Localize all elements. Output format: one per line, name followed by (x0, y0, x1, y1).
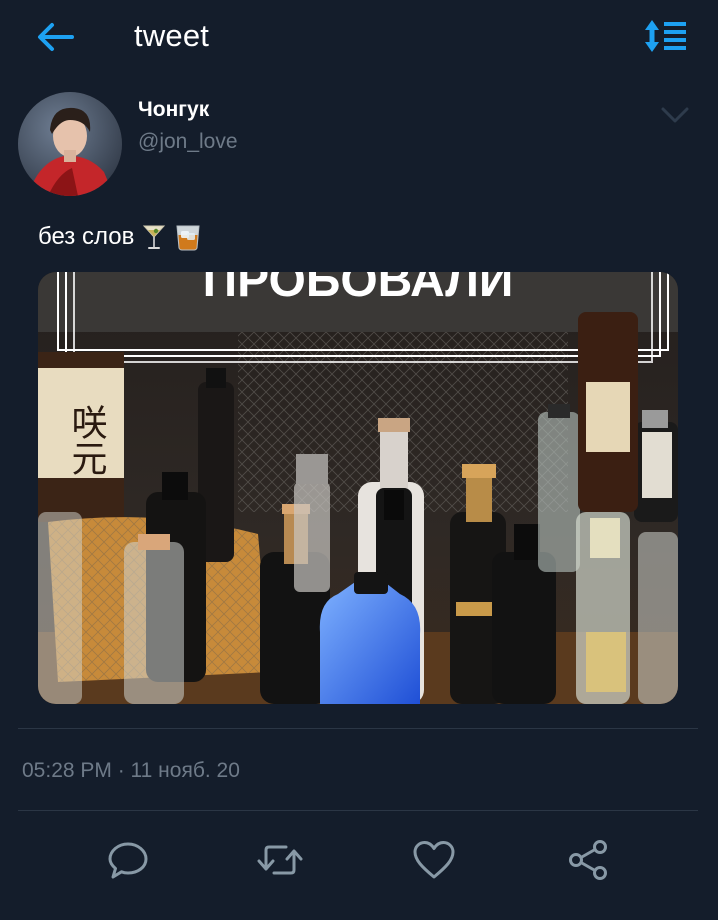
tumbler-glass-icon (174, 223, 202, 251)
tweet-text: без слов (38, 223, 202, 251)
share-icon (569, 840, 607, 880)
back-button[interactable] (34, 20, 76, 54)
share-button[interactable] (564, 836, 612, 884)
retweet-icon (257, 845, 303, 875)
avatar-photo (18, 92, 122, 196)
tweet-text-body: без слов (38, 223, 135, 250)
divider (18, 728, 698, 729)
bottles-photo: ПРОБОВАЛИ 咲元 (38, 272, 678, 704)
cocktail-glass-icon (142, 223, 166, 251)
sake-label-text: 咲元 (66, 404, 107, 476)
author-display-name[interactable]: Чонгук (138, 98, 209, 122)
tweet-media-photo[interactable]: ПРОБОВАЛИ 咲元 (38, 272, 678, 704)
avatar[interactable] (18, 92, 122, 196)
author-handle[interactable]: @jon_love (138, 130, 238, 154)
heart-icon (413, 841, 455, 879)
comment-icon (108, 842, 148, 879)
divider (18, 810, 698, 811)
tweet-timestamp: 05:28 PM · 11 нояб. 20 (22, 759, 240, 782)
sort-lines-icon (645, 20, 686, 52)
chevron-down-icon (661, 107, 689, 123)
media-overlay-text: ПРОБОВАЛИ (203, 272, 514, 307)
top-app-bar: tweet (0, 0, 718, 78)
arrow-left-icon (38, 23, 74, 51)
like-button[interactable] (410, 836, 458, 884)
retweet-button[interactable] (256, 836, 304, 884)
page-title: tweet (134, 18, 210, 53)
more-options-button[interactable] (656, 100, 694, 130)
sort-button[interactable] (642, 16, 690, 56)
reply-button[interactable] (104, 836, 152, 884)
